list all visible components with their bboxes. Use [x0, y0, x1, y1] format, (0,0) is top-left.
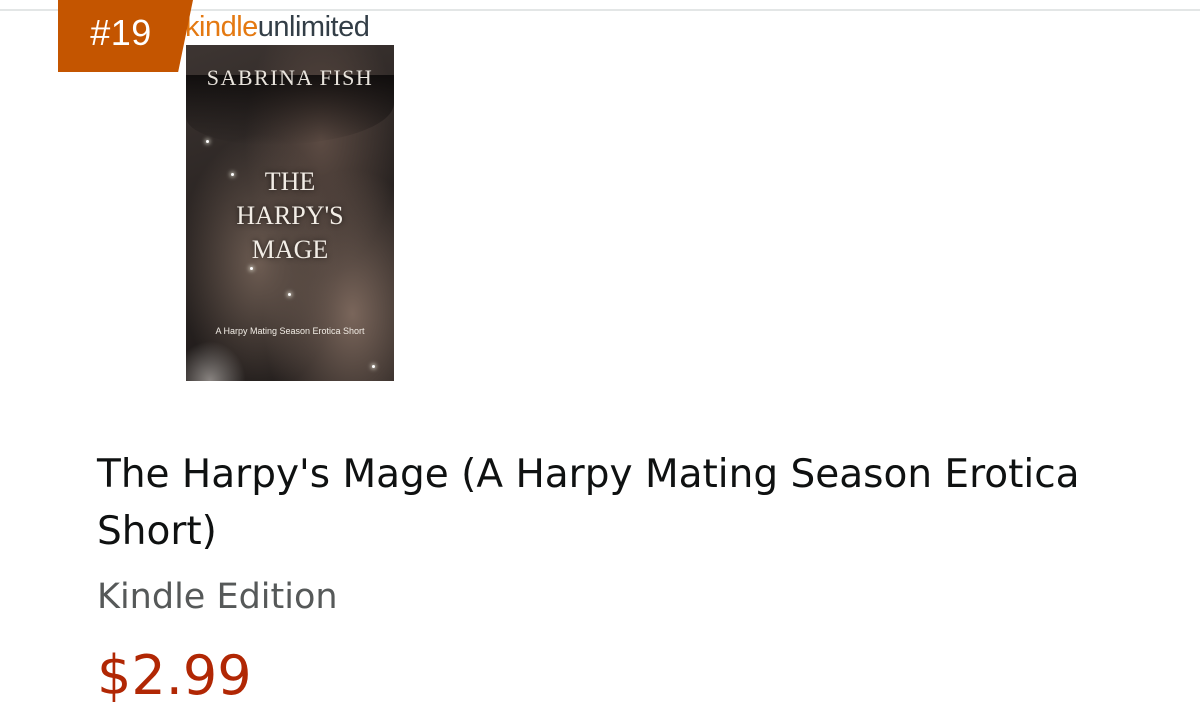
cover-sparkle [250, 267, 253, 270]
cover-title-line: HARPY'S [236, 201, 344, 230]
book-cover-image[interactable]: SABRINA FISH THE HARPY'S MAGE A Harpy Ma… [186, 45, 394, 381]
cover-title-line: MAGE [251, 235, 329, 264]
product-format[interactable]: Kindle Edition [97, 573, 338, 621]
rank-number: #19 [90, 12, 152, 53]
cover-title-line: THE [264, 167, 316, 196]
cover-sparkle [231, 173, 234, 176]
cover-tagline: A Harpy Mating Season Erotica Short [215, 326, 365, 336]
cover-author: SABRINA FISH [206, 65, 374, 90]
product-title[interactable]: The Harpy's Mage (A Harpy Mating Season … [97, 446, 1177, 560]
kindle-unlimited-logo-kindle: kindle [185, 11, 258, 43]
kindle-unlimited-logo-unlimited: unlimited [257, 11, 370, 43]
cover-sparkle [206, 140, 209, 143]
cover-feather-detail [186, 341, 246, 381]
cover-sparkle [288, 293, 291, 296]
rank-badge: #19 [58, 0, 193, 72]
cover-title: THE HARPY'S MAGE [186, 165, 394, 267]
product-price: $2.99 [97, 644, 252, 707]
cover-sparkle [372, 365, 375, 368]
kindle-unlimited-logo: kindleunlimited [185, 8, 370, 46]
